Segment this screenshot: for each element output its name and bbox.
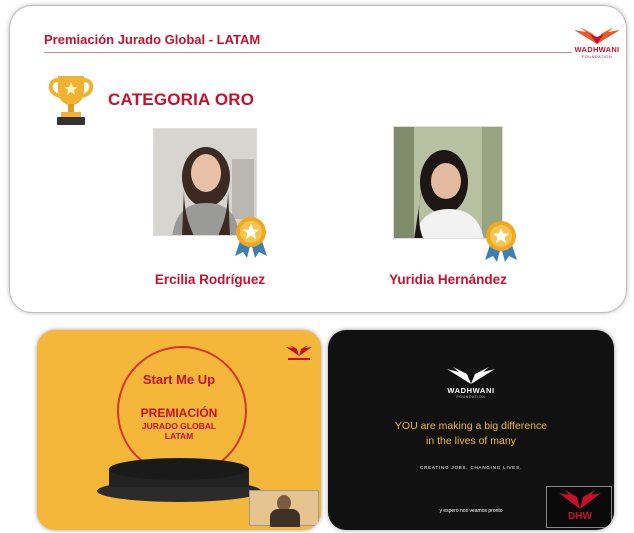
category-heading: CATEGORIA ORO bbox=[108, 90, 255, 109]
participant-thumbnail[interactable]: DHW bbox=[546, 486, 612, 528]
video-tile-startmeup[interactable]: Start Me Up PREMIACIÓN JURADO GLOBAL LAT… bbox=[37, 330, 321, 530]
medal-icon bbox=[232, 214, 270, 258]
wing-icon bbox=[559, 490, 601, 509]
winner-name-2: Yuridia Hernández bbox=[389, 272, 507, 287]
medal-icon bbox=[482, 218, 520, 262]
thumbnail-label: DHW bbox=[568, 511, 592, 522]
meeting-collage: Premiación Jurado Global - LATAM WADHWAN… bbox=[0, 0, 634, 533]
tagline: CREATING JOBS. CHANGING LIVES. bbox=[420, 465, 522, 470]
winner-name-1: Ercilia Rodríguez bbox=[154, 272, 266, 287]
startmeup-logo: Start Me Up bbox=[142, 372, 216, 387]
premiacion-subtitle: JURADO GLOBAL bbox=[141, 421, 217, 431]
participant-body bbox=[270, 509, 300, 527]
logo-subtext: FOUNDATION bbox=[581, 54, 613, 59]
wing-icon bbox=[574, 27, 620, 44]
logo-wordmark: WADHWANI bbox=[574, 45, 620, 54]
wadhwani-logo-small bbox=[282, 344, 316, 364]
video-tile-message[interactable]: WADHWANI FOUNDATION YOU are making a big… bbox=[328, 330, 614, 530]
trophy-icon bbox=[46, 72, 96, 128]
logo-wordmark: WADHWANI bbox=[447, 386, 495, 395]
slide-title: Premiación Jurado Global - LATAM bbox=[44, 32, 261, 47]
message-line-1: YOU are making a big difference bbox=[394, 420, 548, 432]
podium-top bbox=[109, 458, 249, 480]
title-underline bbox=[44, 52, 572, 53]
message-line-2: in the lives of many bbox=[426, 435, 516, 447]
wadhwani-logo: WADHWANI FOUNDATION bbox=[566, 26, 628, 62]
premiacion-region: LATAM bbox=[164, 431, 194, 441]
premiacion-title: PREMIACIÓN bbox=[140, 406, 218, 420]
shared-slide-winners: Premiación Jurado Global - LATAM WADHWAN… bbox=[10, 6, 626, 312]
participant-thumbnail[interactable] bbox=[249, 490, 319, 527]
logo-subtext: FOUNDATION bbox=[456, 395, 486, 399]
